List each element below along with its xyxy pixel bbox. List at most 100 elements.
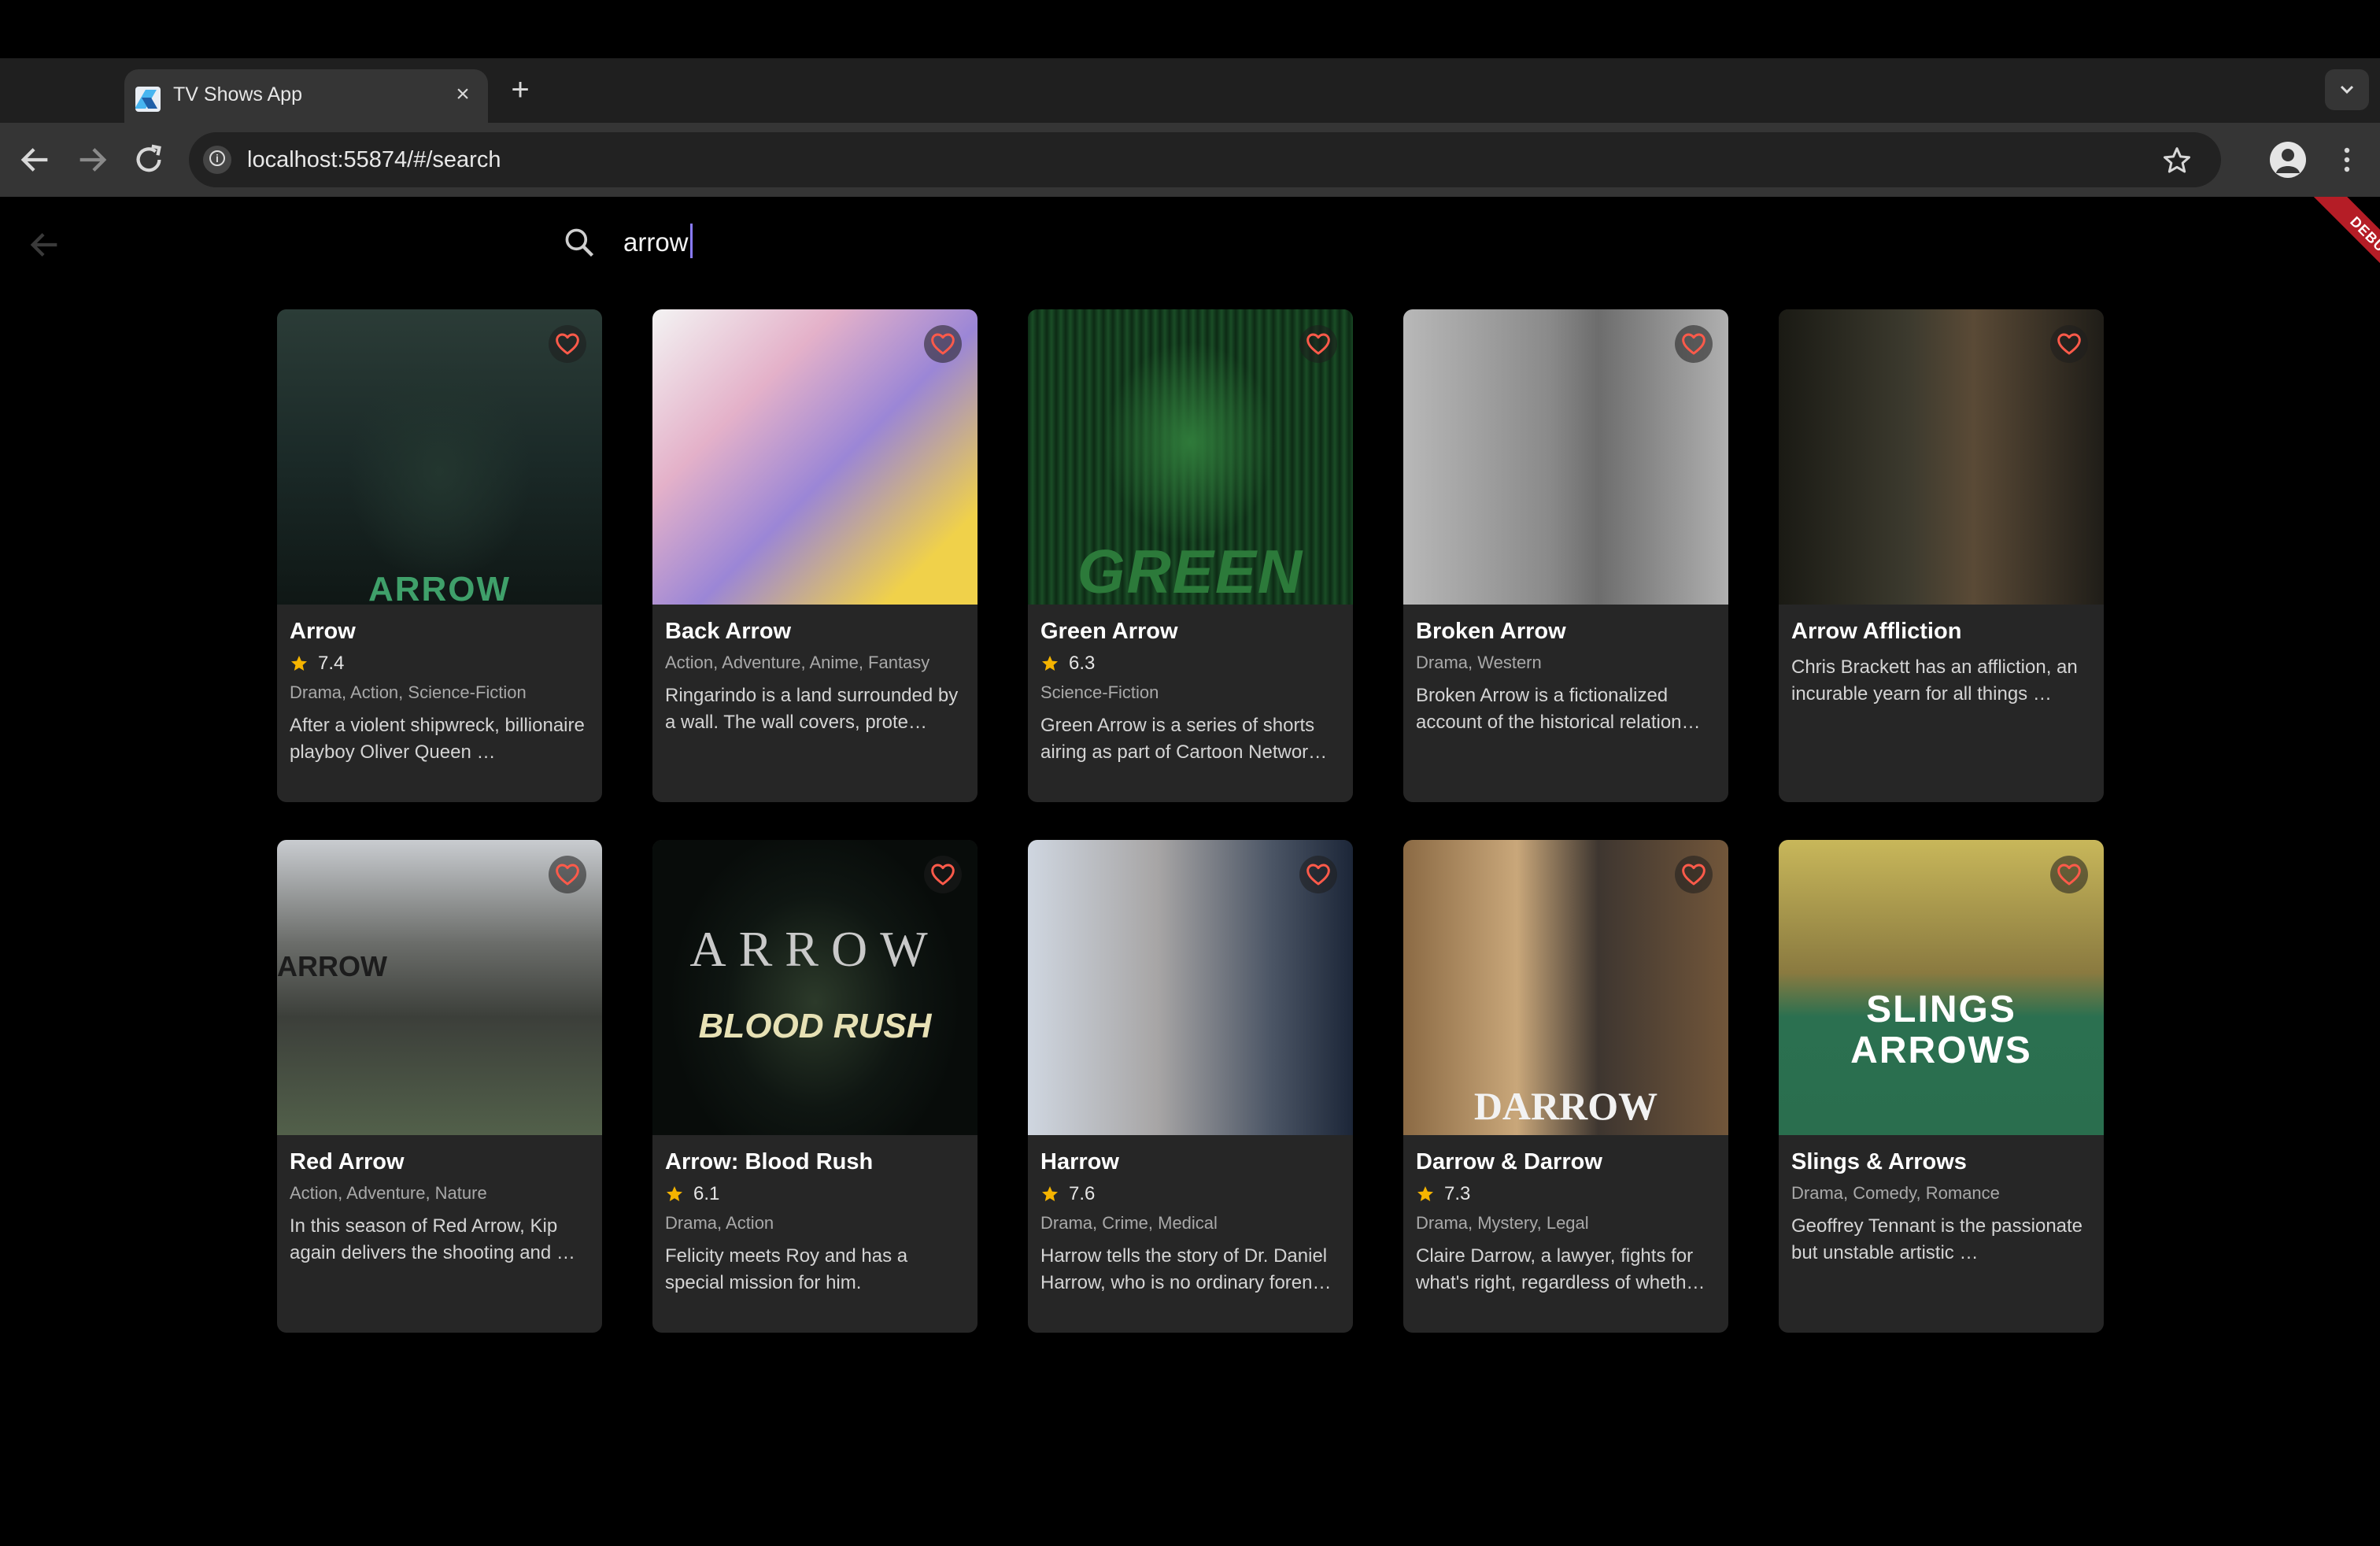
rating-value: 7.6 xyxy=(1069,1183,1096,1204)
show-card[interactable]: ARROW Arrow 7.4 Drama, Action, Science-Fict… xyxy=(277,309,602,802)
search-icon xyxy=(565,228,594,257)
poster-caption: ARROW xyxy=(368,570,512,605)
show-info: Broken Arrow Drama, Western Broken Arrow i… xyxy=(1416,616,1716,736)
show-card[interactable]: SLINGS ARROWS Slings & Arrows Drama, Comedy… xyxy=(1779,840,2104,1333)
poster-caption: DARROW xyxy=(1473,1084,1658,1128)
browser-toolbar: i localhost:55874/#/search xyxy=(0,123,2380,197)
show-title: Slings & Arrows xyxy=(1791,1149,1967,1174)
os-menu-bar xyxy=(0,0,2380,58)
favorite-button[interactable] xyxy=(1675,325,1713,363)
show-poster[interactable]: ARROW xyxy=(277,309,602,605)
show-poster[interactable]: GREEN xyxy=(1028,309,1353,605)
kebab-menu-icon[interactable] xyxy=(2331,142,2363,178)
show-card[interactable]: Arrow Affliction Chris Brackett has an af… xyxy=(1779,309,2104,802)
show-card[interactable]: GREEN Green Arrow 6.3 Science-Fiction Green … xyxy=(1028,309,1353,802)
tab-title: TV Shows App xyxy=(173,83,302,105)
show-poster[interactable] xyxy=(1779,309,2104,605)
poster-caption: ARROW xyxy=(689,921,941,977)
tab-search-button[interactable] xyxy=(2325,69,2369,110)
show-card[interactable]: Harrow 7.6 Drama, Crime, Medical Harrow tel… xyxy=(1028,840,1353,1333)
star-icon xyxy=(1417,1186,1433,1201)
url-text[interactable]: localhost:55874/#/search xyxy=(247,147,501,173)
show-poster[interactable]: SLINGS ARROWS xyxy=(1779,840,2104,1135)
show-description: Harrow tells the story of Dr. Daniel Har… xyxy=(1040,1245,1332,1293)
show-card[interactable]: DARROW Darrow & Darrow 7.3 Drama, Mystery, … xyxy=(1403,840,1728,1333)
show-description: Green Arrow is a series of shorts airing… xyxy=(1040,715,1328,763)
show-description: After a violent shipwreck, billionaire p… xyxy=(290,715,585,763)
show-title: Darrow & Darrow xyxy=(1416,1149,1602,1174)
favorite-button[interactable] xyxy=(1299,325,1337,363)
favorite-button[interactable] xyxy=(549,856,586,893)
poster-caption-secondary: ARROWS xyxy=(1850,1030,2032,1071)
show-card[interactable]: ARROW BLOOD RUSH Arrow: Blood Rush 6.1 Drama… xyxy=(652,840,978,1333)
close-tab-icon[interactable]: × xyxy=(449,80,477,109)
show-rating: 6.3 xyxy=(1040,651,1340,676)
poster-caption: ARROW xyxy=(277,950,387,982)
star-icon xyxy=(291,656,307,671)
show-card[interactable]: ARROW Red Arrow Action, Adventure, Nature I… xyxy=(277,840,602,1333)
show-info: Green Arrow 6.3 Science-Fiction Green Arrow… xyxy=(1040,616,1340,766)
rating-value: 6.1 xyxy=(693,1183,720,1204)
show-card[interactable]: Broken Arrow Drama, Western Broken Arrow i… xyxy=(1403,309,1728,802)
debug-banner-label: DEBUG xyxy=(2308,197,2380,291)
show-description: Broken Arrow is a fictionalized account … xyxy=(1416,685,1701,733)
star-icon xyxy=(1042,1186,1058,1201)
favorite-button[interactable] xyxy=(924,325,962,363)
rating-value: 7.4 xyxy=(318,653,345,674)
rating-value: 7.3 xyxy=(1444,1183,1471,1204)
show-genres: Science-Fiction xyxy=(1040,682,1159,702)
show-info: Darrow & Darrow 7.3 Drama, Mystery, Legal C… xyxy=(1416,1147,1716,1296)
show-info: Arrow Affliction Chris Brackett has an af… xyxy=(1791,616,2091,708)
show-rating: 7.4 xyxy=(290,651,589,676)
reload-icon[interactable] xyxy=(131,142,167,178)
heart-outline-icon xyxy=(2057,333,2081,355)
address-bar[interactable]: i localhost:55874/#/search xyxy=(189,132,2221,187)
favorite-button[interactable] xyxy=(1675,856,1713,893)
show-rating: 7.6 xyxy=(1040,1182,1340,1207)
back-arrow-icon[interactable] xyxy=(17,142,54,178)
show-card[interactable]: Back Arrow Action, Adventure, Anime, Fant… xyxy=(652,309,978,802)
show-description: In this season of Red Arrow, Kip again d… xyxy=(290,1215,575,1263)
show-genres: Drama, Comedy, Romance xyxy=(1791,1183,2000,1203)
browser-tab[interactable]: TV Shows App × xyxy=(124,69,488,123)
show-description: Claire Darrow, a lawyer, fights for what… xyxy=(1416,1245,1706,1293)
favorite-button[interactable] xyxy=(549,325,586,363)
show-rating: 6.1 xyxy=(665,1182,965,1207)
show-genres: Drama, Crime, Medical xyxy=(1040,1213,1218,1233)
show-info: Red Arrow Action, Adventure, Nature In thi… xyxy=(290,1147,589,1267)
flutter-favicon-icon xyxy=(135,87,161,112)
heart-outline-icon xyxy=(931,333,955,355)
show-genres: Drama, Action xyxy=(665,1213,774,1233)
show-info: Arrow: Blood Rush 6.1 Drama, Action Felicit… xyxy=(665,1147,965,1296)
show-genres: Drama, Mystery, Legal xyxy=(1416,1213,1589,1233)
favorite-button[interactable] xyxy=(2050,856,2088,893)
heart-outline-icon xyxy=(1682,333,1706,355)
show-info: Arrow 7.4 Drama, Action, Science-Fiction Af… xyxy=(290,616,589,766)
site-info-icon[interactable]: i xyxy=(203,146,231,174)
bookmark-star-icon[interactable] xyxy=(2161,145,2193,176)
favorite-button[interactable] xyxy=(924,856,962,893)
show-poster[interactable] xyxy=(1028,840,1353,1135)
show-poster[interactable]: ARROW BLOOD RUSH xyxy=(652,840,978,1135)
profile-avatar-icon[interactable] xyxy=(2270,142,2306,178)
show-poster[interactable] xyxy=(652,309,978,605)
show-info: Back Arrow Action, Adventure, Anime, Fant… xyxy=(665,616,965,736)
show-description: Chris Brackett has an affliction, an inc… xyxy=(1791,656,2078,705)
show-poster[interactable]: ARROW xyxy=(277,840,602,1135)
favorite-button[interactable] xyxy=(2050,325,2088,363)
new-tab-icon[interactable]: + xyxy=(504,74,537,107)
show-title: Arrow Affliction xyxy=(1791,619,1962,644)
forward-arrow-icon[interactable] xyxy=(74,142,110,178)
star-icon xyxy=(667,1186,682,1201)
show-poster[interactable] xyxy=(1403,309,1728,605)
text-caret xyxy=(690,224,693,258)
back-arrow-icon[interactable] xyxy=(27,227,63,263)
show-poster[interactable]: DARROW xyxy=(1403,840,1728,1135)
search-input[interactable] xyxy=(623,220,1253,264)
favorite-button[interactable] xyxy=(1299,856,1337,893)
heart-outline-icon xyxy=(1306,864,1330,886)
debug-banner: DEBUG xyxy=(2286,197,2380,291)
poster-caption: SLINGS xyxy=(1866,989,2016,1030)
show-description: Felicity meets Roy and has a special mis… xyxy=(665,1245,908,1293)
show-title: Arrow xyxy=(290,619,356,644)
